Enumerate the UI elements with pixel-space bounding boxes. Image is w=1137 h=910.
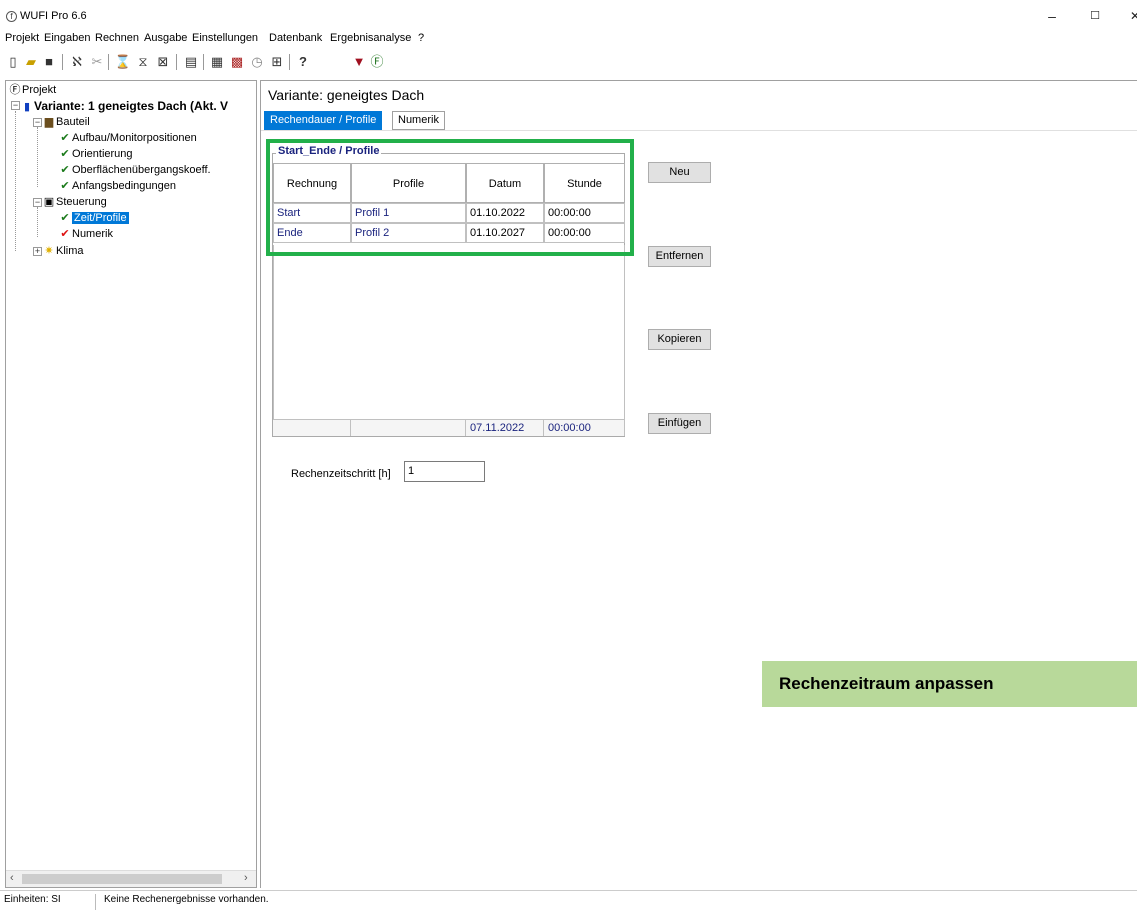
- footer-date: 07.11.2022: [466, 419, 544, 436]
- check-icon: ✔: [60, 228, 70, 240]
- delete-variant-icon[interactable]: ✂: [88, 53, 106, 71]
- status-message: Keine Rechenergebnisse vorhanden.: [104, 894, 269, 905]
- variant-icon[interactable]: ℵ: [68, 53, 86, 71]
- tree-line: [15, 111, 16, 251]
- check-icon: ✔: [60, 212, 70, 224]
- check-icon: ✔: [60, 132, 70, 144]
- menu-datenbank[interactable]: Datenbank: [269, 32, 322, 44]
- einfuegen-button[interactable]: Einfügen: [648, 413, 711, 434]
- toolbar-separator: [62, 54, 63, 70]
- wufi-logo-icon[interactable]: Ⓕ: [368, 53, 386, 71]
- sun-icon: ✷: [44, 245, 54, 257]
- footer-cell-empty: [273, 419, 351, 436]
- control-icon: ▣: [43, 196, 55, 208]
- open-folder-icon[interactable]: ▰: [22, 53, 40, 71]
- collapse-icon[interactable]: −: [33, 118, 42, 127]
- check-icon: ✔: [60, 180, 70, 192]
- entfernen-button[interactable]: Entfernen: [648, 246, 711, 267]
- wufi-logo-icon: Ⓕ: [9, 84, 21, 96]
- tab-rechendauer-profile[interactable]: Rechendauer / Profile: [264, 111, 383, 130]
- material-icon[interactable]: ▼: [350, 53, 368, 71]
- rechenzeitschritt-input[interactable]: 1: [404, 461, 485, 482]
- expand-icon[interactable]: +: [33, 247, 42, 256]
- menu-einstellungen[interactable]: Einstellungen: [192, 32, 258, 44]
- menu-bar: Projekt Eingaben Rechnen Ausgabe Einstel…: [0, 30, 1137, 47]
- menu-projekt[interactable]: Projekt: [5, 32, 39, 44]
- tree-item-anfangsbedingungen[interactable]: ✔ Anfangsbedingungen: [58, 179, 176, 193]
- menu-ergebnisanalyse[interactable]: Ergebnisanalyse: [330, 32, 411, 44]
- toolbar-separator: [289, 54, 290, 70]
- toolbar-separator: [108, 54, 109, 70]
- help-icon[interactable]: ?: [294, 53, 312, 71]
- grid-icon[interactable]: ▦: [208, 53, 226, 71]
- maximize-button[interactable]: ☐: [1085, 6, 1105, 26]
- toolbar-separator: [176, 54, 177, 70]
- calculate-all-icon[interactable]: ⧖: [134, 53, 152, 71]
- table-icon[interactable]: ▤: [182, 53, 200, 71]
- tree-item-aufbau[interactable]: ✔ Aufbau/Monitorpositionen: [58, 131, 196, 145]
- tree-line: [37, 127, 38, 187]
- menu-help[interactable]: ?: [418, 32, 424, 44]
- tree-item-orientierung[interactable]: ✔ Orientierung: [58, 147, 132, 161]
- tree-item-numerik[interactable]: ✔ Numerik: [58, 227, 113, 241]
- status-units: Einheiten: SI: [4, 894, 61, 905]
- close-button[interactable]: ✕: [1125, 6, 1137, 26]
- scroll-right-icon[interactable]: ›: [244, 872, 248, 884]
- component-icon: ▆: [44, 116, 54, 128]
- check-icon: ✔: [60, 148, 70, 160]
- tree-item-zeit-profile[interactable]: ✔ Zeit/Profile: [58, 211, 129, 225]
- toolbar-separator: [203, 54, 204, 70]
- footer-cell-empty: [351, 419, 466, 436]
- title-bar: f WUFI Pro 6.6 – ☐ ✕: [0, 0, 1137, 30]
- footer-time: 00:00:00: [544, 419, 625, 436]
- tree-item-steuerung[interactable]: ▣ Steuerung: [42, 195, 107, 209]
- table-empty-area: [273, 245, 625, 419]
- project-tree: Ⓕ Projekt − ▮ Variante: 1 geneigtes Dach (…: [5, 80, 257, 888]
- tab-divider: [261, 130, 1137, 131]
- clock-icon[interactable]: ◷: [248, 53, 266, 71]
- menu-rechnen[interactable]: Rechnen: [95, 32, 139, 44]
- info-banner: Rechenzeitraum anpassen: [762, 661, 1137, 707]
- variant-title: Variante: geneigtes Dach: [268, 87, 425, 103]
- collapse-icon[interactable]: −: [11, 101, 20, 110]
- tree-line: [37, 207, 38, 237]
- app-icon: f: [6, 11, 17, 22]
- neu-button[interactable]: Neu: [648, 162, 711, 183]
- report-icon[interactable]: ⊞: [268, 53, 286, 71]
- new-file-icon[interactable]: ▯: [4, 53, 22, 71]
- window-title: WUFI Pro 6.6: [20, 10, 87, 22]
- tree-item-oberflaeche[interactable]: ✔ Oberflächenübergangskoeff.: [58, 163, 210, 177]
- tree-item-klima[interactable]: ✷ Klima: [42, 244, 83, 258]
- scroll-thumb[interactable]: [22, 874, 222, 884]
- tree-item-bauteil[interactable]: ▆ Bauteil: [42, 115, 90, 129]
- toolbar: ▯ ▰ ■ ℵ ✂ ⌛ ⧖ ⊠ ▤ ▦ ▩ ◷ ⊞ ? ▼ Ⓕ: [0, 50, 1137, 75]
- collapse-icon[interactable]: −: [33, 198, 42, 207]
- save-icon[interactable]: ■: [40, 53, 58, 71]
- tree-item-variant[interactable]: ▮ Variante: 1 geneigtes Dach (Akt. V: [20, 99, 228, 113]
- tab-numerik[interactable]: Numerik: [392, 111, 445, 130]
- kopieren-button[interactable]: Kopieren: [648, 329, 711, 350]
- menu-ausgabe[interactable]: Ausgabe: [144, 32, 187, 44]
- rechenzeitschritt-label: Rechenzeitschritt [h]: [291, 468, 391, 480]
- calculate-icon[interactable]: ⌛: [114, 53, 132, 71]
- minimize-button[interactable]: –: [1042, 6, 1062, 26]
- tree-horizontal-scrollbar[interactable]: ‹ ›: [6, 870, 256, 887]
- check-icon: ✔: [60, 164, 70, 176]
- scroll-left-icon[interactable]: ‹: [10, 872, 14, 884]
- table-highlight-frame: [266, 139, 634, 256]
- tree-item-projekt[interactable]: Ⓕ Projekt: [8, 83, 57, 97]
- menu-eingaben[interactable]: Eingaben: [44, 32, 91, 44]
- calculate-batch-icon[interactable]: ⊠: [154, 53, 172, 71]
- status-bar: Einheiten: SI Keine Rechenergebnisse vor…: [0, 890, 1137, 910]
- variant-icon: ▮: [23, 101, 31, 113]
- chart-icon[interactable]: ▩: [228, 53, 246, 71]
- main-panel: Variante: geneigtes Dach Rechendauer / P…: [260, 80, 1137, 888]
